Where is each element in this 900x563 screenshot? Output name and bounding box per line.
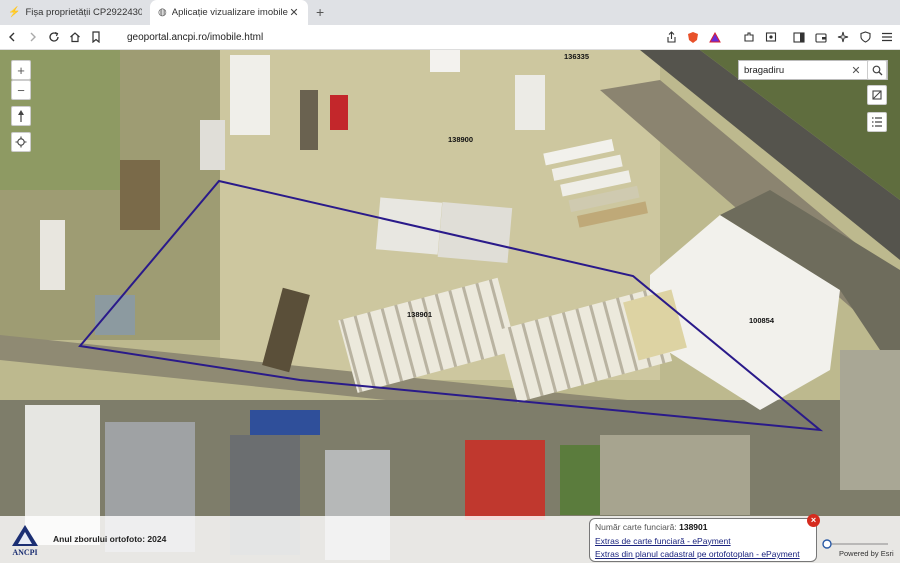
ortho-year-label: Anul zborului ortofoto: 2024 — [53, 534, 167, 544]
ancpi-logo: ANCPI — [8, 522, 42, 560]
parcel-popup: Număr carte funciară: 138901 Extras de c… — [589, 518, 817, 562]
rewards-icon[interactable] — [706, 28, 724, 46]
esri-attribution: Powered by Esri — [839, 549, 894, 558]
extras-plan-cadastral-link[interactable]: Extras din planul cadastral pe ortofotop… — [595, 548, 811, 562]
list-icon — [872, 117, 882, 127]
zoom-out-button[interactable]: − — [11, 80, 31, 100]
zoom-in-button[interactable]: + — [11, 60, 31, 80]
extras-cf-link[interactable]: Extras de carte funciară - ePayment — [595, 535, 811, 549]
wallet-icon[interactable] — [812, 28, 830, 46]
map-view[interactable]: 136335 138900 138901 100854 + − ✕ — [0, 50, 900, 563]
address-toolbar: geoportal.ancpi.ro/imobile.html — [0, 25, 900, 50]
svg-text:ANCPI: ANCPI — [12, 548, 37, 557]
menu-icon[interactable] — [878, 28, 896, 46]
brave-shield-icon[interactable] — [684, 28, 702, 46]
orthophoto — [0, 50, 900, 563]
leo-ai-icon[interactable] — [834, 28, 852, 46]
parcel-label-138900: 138900 — [448, 135, 474, 144]
tab-bar: ⚡ Fișa proprietății CP2922430 | CRM ◍ Ap… — [0, 0, 900, 25]
parcel-label-138901[interactable]: 138901 — [407, 310, 432, 319]
sidebar-icon[interactable] — [790, 28, 808, 46]
basemap-toggle-button[interactable] — [867, 85, 887, 105]
compass-icon — [18, 110, 24, 122]
clear-search-icon[interactable]: ✕ — [849, 64, 863, 77]
cf-number-label: Număr carte funciară: — [595, 522, 677, 532]
globe-icon: ◍ — [158, 7, 167, 18]
search-button[interactable] — [867, 60, 887, 80]
crm-tab-icon: ⚡ — [8, 7, 21, 18]
cf-number-row: Număr carte funciară: 138901 — [595, 521, 811, 535]
bookmark-icon[interactable] — [87, 28, 105, 46]
transparency-slider[interactable] — [822, 536, 890, 549]
compass-button[interactable] — [11, 106, 31, 126]
search-icon — [872, 65, 882, 75]
locate-icon — [15, 136, 27, 148]
parcel-label-100854: 100854 — [749, 316, 775, 325]
tab-title: Fișa proprietății CP2922430 | CRM — [25, 7, 142, 18]
forward-icon[interactable] — [24, 28, 42, 46]
url-field[interactable]: geoportal.ancpi.ro/imobile.html — [127, 32, 662, 43]
search-input[interactable] — [739, 64, 849, 76]
parcel-label-136335: 136335 — [564, 52, 590, 61]
screenshot-icon[interactable] — [762, 28, 780, 46]
tab-title: Aplicație vizualizare imobile — [171, 7, 288, 18]
vpn-icon[interactable] — [856, 28, 874, 46]
home-icon[interactable] — [66, 28, 84, 46]
legend-button[interactable] — [867, 112, 887, 132]
back-icon[interactable] — [3, 28, 21, 46]
cf-number-value: 138901 — [679, 522, 708, 532]
map-search-box: ✕ — [738, 60, 888, 80]
popup-close-button[interactable]: × — [807, 514, 820, 527]
tab-crm[interactable]: ⚡ Fișa proprietății CP2922430 | CRM — [0, 0, 150, 25]
layers-icon — [872, 90, 882, 100]
locate-button[interactable] — [11, 132, 31, 152]
close-tab-icon[interactable]: ✕ — [288, 6, 300, 19]
extensions-icon[interactable] — [740, 28, 758, 46]
share-icon[interactable] — [662, 28, 680, 46]
new-tab-button[interactable]: + — [316, 0, 324, 25]
tab-geoportal[interactable]: ◍ Aplicație vizualizare imobile ✕ — [150, 0, 308, 25]
reload-icon[interactable] — [45, 28, 63, 46]
